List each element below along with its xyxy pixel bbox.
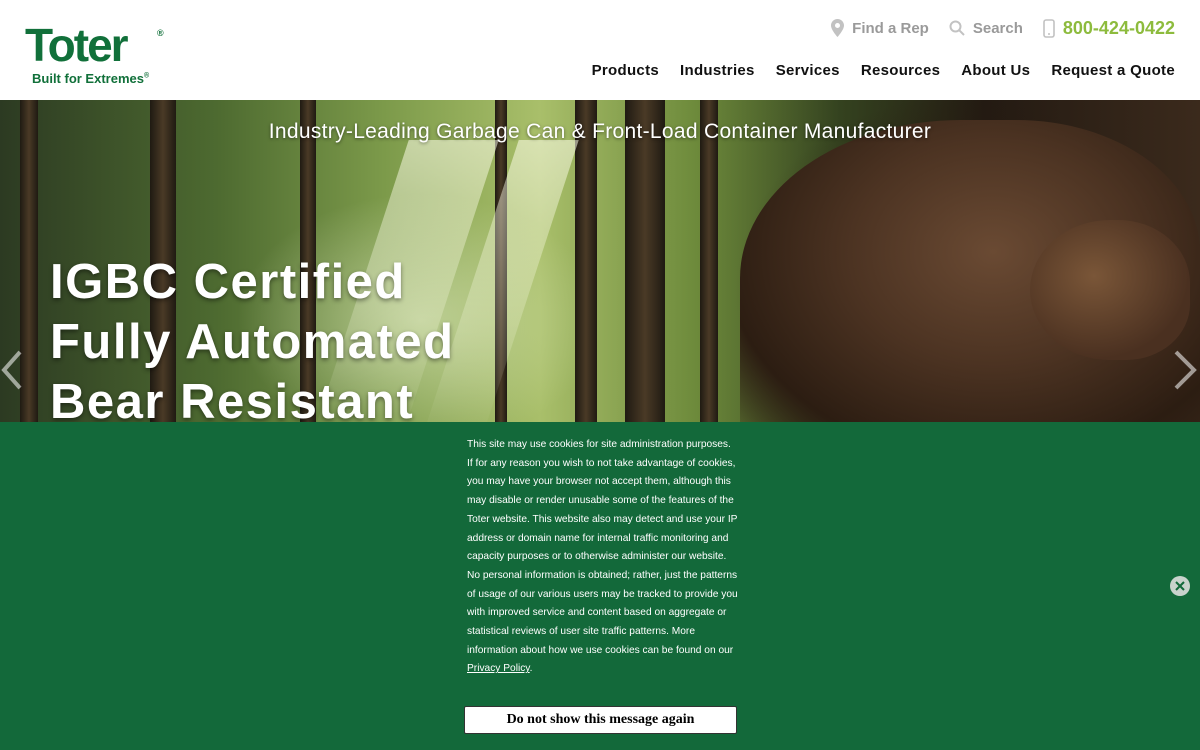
privacy-policy-link[interactable]: Privacy Policy bbox=[467, 663, 530, 674]
site-header: Toter ® Built for Extremes® Find a Rep S… bbox=[0, 0, 1200, 100]
logo-tagline-text: Built for Extremes bbox=[32, 71, 144, 86]
tree-trunk bbox=[575, 100, 597, 422]
slider-next-arrow[interactable] bbox=[1170, 348, 1198, 392]
dismiss-cookie-button[interactable]: Do not show this message again bbox=[464, 706, 737, 734]
main-nav: Products Industries Services Resources A… bbox=[592, 62, 1175, 79]
logo-registered-mark: ® bbox=[157, 28, 164, 38]
nav-item-industries[interactable]: Industries bbox=[680, 62, 755, 79]
nav-item-about-us[interactable]: About Us bbox=[961, 62, 1030, 79]
hero-headline-line: Fully Automated bbox=[50, 315, 455, 369]
nav-item-request-quote[interactable]: Request a Quote bbox=[1051, 62, 1175, 79]
hero-headline-line: Bear Resistant bbox=[50, 375, 415, 422]
toter-logo[interactable]: Toter ® Built for Extremes® bbox=[25, 22, 185, 88]
find-rep-link[interactable]: Find a Rep bbox=[831, 19, 929, 37]
tree-trunk bbox=[625, 100, 665, 422]
tree-trunk bbox=[700, 100, 718, 422]
cookie-message-text: This site may use cookies for site admin… bbox=[467, 439, 738, 656]
cookie-message-end: . bbox=[529, 663, 533, 675]
logo-tagline-mark: ® bbox=[143, 72, 150, 80]
map-pin-icon bbox=[831, 19, 845, 37]
logo-tagline: Built for Extremes® bbox=[32, 71, 149, 86]
close-icon bbox=[1175, 581, 1185, 591]
bear-head-image bbox=[1030, 220, 1190, 360]
cookie-banner: This site may use cookies for site admin… bbox=[0, 422, 1200, 750]
hero-headline-line: IGBC Certified bbox=[50, 255, 406, 309]
search-icon bbox=[949, 20, 965, 36]
nav-item-resources[interactable]: Resources bbox=[861, 62, 940, 79]
hero-subtitle: Industry-Leading Garbage Can & Front-Loa… bbox=[268, 120, 932, 143]
phone-number: 800-424-0422 bbox=[1062, 17, 1175, 38]
nav-item-services[interactable]: Services bbox=[776, 62, 840, 79]
chevron-right-icon bbox=[1174, 350, 1197, 390]
mobile-phone-icon bbox=[1043, 18, 1055, 38]
hero-slider: Industry-Leading Garbage Can & Front-Loa… bbox=[0, 100, 1200, 422]
utility-bar: Find a Rep Search 800-424-0422 bbox=[831, 16, 1175, 40]
hero-headline: IGBC Certified Fully Automated Bear Resi… bbox=[50, 252, 455, 422]
phone-link[interactable]: 800-424-0422 bbox=[1043, 18, 1175, 39]
cookie-close-button[interactable] bbox=[1170, 576, 1190, 596]
cookie-message: This site may use cookies for site admin… bbox=[467, 436, 739, 679]
chevron-left-icon bbox=[1, 350, 22, 390]
slider-prev-arrow[interactable] bbox=[0, 348, 28, 392]
search-link[interactable]: Search bbox=[949, 20, 1023, 37]
search-label: Search bbox=[972, 19, 1023, 37]
find-rep-label: Find a Rep bbox=[852, 19, 929, 37]
nav-item-products[interactable]: Products bbox=[592, 62, 659, 79]
